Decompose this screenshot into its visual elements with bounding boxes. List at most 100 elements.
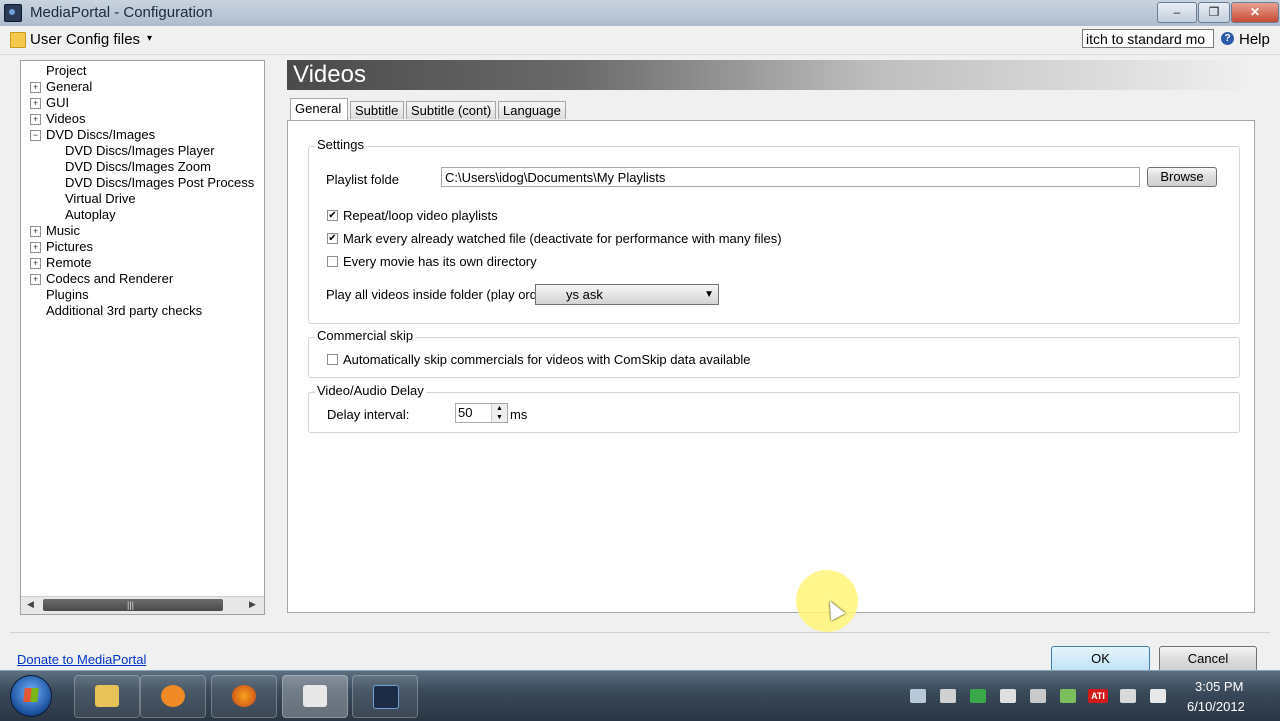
tab-language[interactable]: Language <box>498 101 566 119</box>
repeat-loop-label[interactable]: Repeat/loop video playlists <box>343 208 498 223</box>
spin-up-icon[interactable]: ▲ <box>492 404 507 413</box>
expand-icon[interactable]: + <box>30 82 41 93</box>
section-title: Videos <box>293 61 366 88</box>
mark-watched-label[interactable]: Mark every already watched file (deactiv… <box>343 231 782 246</box>
arrow-icon[interactable] <box>1060 689 1076 703</box>
repeat-loop-checkbox[interactable]: ✔ <box>327 210 338 221</box>
minimize-button[interactable]: – <box>1157 2 1197 23</box>
taskbar-firefox-button[interactable] <box>211 675 277 718</box>
mark-watched-checkbox[interactable]: ✔ <box>327 233 338 244</box>
tree-item-project[interactable]: Project <box>46 63 86 79</box>
tree-item-dvd-discs-images[interactable]: DVD Discs/Images <box>46 127 155 143</box>
tree-item-autoplay[interactable]: Autoplay <box>65 207 116 223</box>
clock-date[interactable]: 6/10/2012 <box>1187 699 1245 714</box>
ok-button[interactable]: OK <box>1051 646 1150 672</box>
own-directory-label[interactable]: Every movie has its own directory <box>343 254 537 269</box>
browse-button[interactable]: Browse <box>1147 167 1217 187</box>
expand-icon[interactable]: + <box>30 242 41 253</box>
tree-item-3rd-party-checks[interactable]: Additional 3rd party checks <box>46 303 202 319</box>
signal-icon[interactable] <box>1120 689 1136 703</box>
folder-icon <box>10 32 26 48</box>
collapse-icon[interactable]: − <box>30 130 41 141</box>
own-directory-checkbox[interactable] <box>327 256 338 267</box>
delay-unit-label: ms <box>510 407 528 422</box>
tab-general[interactable]: General <box>290 98 348 120</box>
spin-down-icon[interactable]: ▼ <box>492 413 507 422</box>
scroll-left-arrow-icon[interactable]: ◀ <box>27 599 34 610</box>
playlist-folder-input[interactable]: C:\Users\idog\Documents\My Playlists <box>441 167 1140 187</box>
taskbar: ATI 3:05 PM 6/10/2012 <box>0 670 1280 721</box>
play-order-value: ys ask <box>566 287 603 302</box>
play-order-label: Play all videos inside folder (play orde… <box>326 287 557 302</box>
delay-interval-spinner[interactable]: 50 ▲ ▼ <box>455 403 508 423</box>
start-button[interactable] <box>10 675 52 717</box>
tree-item-plugins[interactable]: Plugins <box>46 287 89 303</box>
device-icon[interactable] <box>940 689 956 703</box>
settings-group-title: Settings <box>315 137 366 152</box>
section-banner: Videos <box>287 60 1255 90</box>
chevron-down-icon[interactable]: ▾ <box>147 33 152 44</box>
security-check-icon[interactable] <box>970 689 986 703</box>
mediaportal-icon <box>373 685 399 709</box>
scroll-right-arrow-icon[interactable]: ▶ <box>249 599 256 610</box>
play-order-dropdown[interactable]: ys ask ▼ <box>535 284 719 305</box>
settings-tree[interactable]: Project + General + GUI + Videos − DVD D… <box>20 60 265 615</box>
help-icon[interactable]: ? <box>1221 32 1234 45</box>
general-tab-page: Settings Playlist folde C:\Users\idog\Do… <box>287 120 1255 613</box>
tree-item-dvd-post-process[interactable]: DVD Discs/Images Post Process <box>65 175 254 191</box>
window-title: MediaPortal - Configuration <box>30 4 213 21</box>
spinner-buttons[interactable]: ▲ ▼ <box>491 404 507 422</box>
title-bar: MediaPortal - Configuration – ❐ ✕ <box>0 0 1280 27</box>
ati-icon[interactable]: ATI <box>1088 689 1108 703</box>
expand-icon[interactable]: + <box>30 98 41 109</box>
help-menu[interactable]: Help <box>1239 31 1270 48</box>
tab-subtitle[interactable]: Subtitle <box>350 101 404 119</box>
expand-icon[interactable]: + <box>30 226 41 237</box>
maximize-button[interactable]: ❐ <box>1198 2 1230 23</box>
tree-item-pictures[interactable]: Pictures <box>46 239 93 255</box>
delay-interval-label: Delay interval: <box>327 407 410 422</box>
volume-icon[interactable] <box>1150 689 1166 703</box>
taskbar-explorer-button[interactable] <box>74 675 140 718</box>
tree-item-gui[interactable]: GUI <box>46 95 69 111</box>
playlist-folder-label: Playlist folde <box>326 172 399 187</box>
settings-panel: Videos General Subtitle Subtitle (cont) … <box>287 60 1255 613</box>
tree-item-virtual-drive[interactable]: Virtual Drive <box>65 191 136 207</box>
tree-horizontal-scrollbar[interactable]: ◀ ||| ▶ <box>21 596 264 614</box>
tree-item-codecs-renderer[interactable]: Codecs and Renderer <box>46 271 173 287</box>
av-delay-group: Video/Audio Delay Delay interval: 50 ▲ ▼… <box>308 383 1240 433</box>
speaker-mute-icon[interactable] <box>1030 689 1046 703</box>
camera-icon <box>303 685 327 707</box>
cancel-button[interactable]: Cancel <box>1159 646 1257 672</box>
comskip-checkbox[interactable] <box>327 354 338 365</box>
scroll-grip-icon: ||| <box>127 600 135 610</box>
tree-item-dvd-player[interactable]: DVD Discs/Images Player <box>65 143 215 159</box>
taskbar-recorder-button[interactable] <box>282 675 348 718</box>
tree-item-videos[interactable]: Videos <box>46 111 86 127</box>
user-config-files-menu[interactable]: User Config files <box>30 31 140 48</box>
expand-icon[interactable]: + <box>30 258 41 269</box>
tree-item-music[interactable]: Music <box>46 223 80 239</box>
expand-icon[interactable]: + <box>30 114 41 125</box>
dropdown-arrow-icon[interactable]: ▼ <box>704 285 714 304</box>
taskbar-media-player-button[interactable] <box>140 675 206 718</box>
tab-subtitle-cont[interactable]: Subtitle (cont) <box>406 101 496 119</box>
delay-interval-value[interactable]: 50 <box>458 405 472 420</box>
action-center-flag-icon[interactable] <box>1000 689 1016 703</box>
network-icon[interactable] <box>910 689 926 703</box>
commercial-skip-group-title: Commercial skip <box>315 328 416 343</box>
close-button[interactable]: ✕ <box>1231 2 1279 23</box>
taskbar-mediaportal-button[interactable] <box>352 675 418 718</box>
switch-mode-field[interactable]: itch to standard mo <box>1082 29 1214 48</box>
clock-time[interactable]: 3:05 PM <box>1195 679 1243 694</box>
settings-group: Settings Playlist folde C:\Users\idog\Do… <box>308 137 1240 324</box>
tree-item-remote[interactable]: Remote <box>46 255 92 271</box>
donate-link[interactable]: Donate to MediaPortal <box>17 652 146 667</box>
expand-icon[interactable]: + <box>30 274 41 285</box>
tree-item-dvd-zoom[interactable]: DVD Discs/Images Zoom <box>65 159 211 175</box>
footer-divider <box>10 632 1270 633</box>
comskip-label[interactable]: Automatically skip commercials for video… <box>343 352 751 367</box>
tree-item-general[interactable]: General <box>46 79 92 95</box>
firefox-icon <box>232 685 256 707</box>
mediaportal-app-icon <box>4 4 22 22</box>
